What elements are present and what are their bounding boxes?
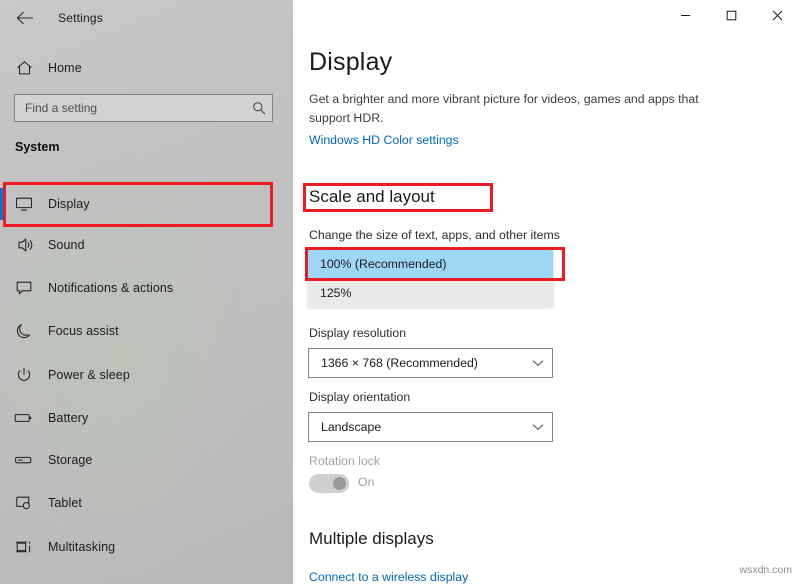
connect-wireless-display-link[interactable]: Connect to a wireless display — [309, 570, 468, 584]
notification-icon — [0, 280, 48, 296]
sidebar-item-label: Focus assist — [48, 324, 119, 338]
sidebar-group-label: System — [15, 140, 59, 154]
scale-option-100[interactable]: 100% (Recommended) — [308, 249, 553, 278]
sidebar-item-label: Notifications & actions — [48, 281, 173, 295]
scale-option-125[interactable]: 125% — [308, 278, 553, 307]
storage-icon — [0, 454, 48, 466]
sidebar-item-label: Sound — [48, 238, 85, 252]
display-orientation-label: Display orientation — [309, 390, 410, 404]
tablet-icon — [0, 495, 48, 511]
rotation-lock-state: On — [358, 475, 374, 489]
sidebar-item-label: Battery — [48, 411, 88, 425]
chevron-down-icon — [524, 359, 552, 367]
search-icon[interactable] — [246, 95, 272, 121]
moon-icon — [0, 323, 48, 340]
sidebar-item-notifications[interactable]: Notifications & actions — [0, 268, 293, 308]
sidebar-item-label: Home — [48, 61, 82, 75]
window-controls — [662, 0, 800, 30]
power-icon — [0, 367, 48, 383]
sidebar-item-label: Power & sleep — [48, 368, 130, 382]
battery-icon — [0, 412, 48, 424]
monitor-icon — [0, 196, 48, 212]
display-orientation-value: Landscape — [309, 420, 524, 434]
rotation-lock-toggle — [309, 474, 349, 493]
search-box[interactable] — [14, 94, 273, 122]
search-input[interactable] — [15, 101, 246, 115]
sidebar-item-sound[interactable]: Sound — [0, 225, 293, 265]
change-size-label: Change the size of text, apps, and other… — [309, 228, 560, 242]
display-orientation-dropdown[interactable]: Landscape — [308, 412, 553, 442]
scale-and-layout-heading: Scale and layout — [309, 187, 435, 207]
sidebar-item-home[interactable]: Home — [0, 48, 293, 88]
titlebar-left: Settings — [0, 0, 293, 36]
speaker-icon — [0, 237, 48, 253]
page-description: Get a brighter and more vibrant picture … — [309, 90, 729, 128]
main-content: Display Get a brighter and more vibrant … — [293, 0, 800, 584]
navigation-sidebar: Settings Home System — [0, 0, 293, 584]
back-arrow-icon[interactable] — [2, 2, 48, 34]
home-icon — [0, 60, 48, 76]
chevron-down-icon — [524, 423, 552, 431]
multiple-displays-heading: Multiple displays — [309, 529, 434, 549]
windows-hd-color-settings-link[interactable]: Windows HD Color settings — [309, 133, 459, 147]
sidebar-item-tablet[interactable]: Tablet — [0, 483, 293, 523]
multitasking-icon — [0, 539, 48, 555]
sidebar-item-storage[interactable]: Storage — [0, 440, 293, 480]
display-resolution-dropdown[interactable]: 1366 × 768 (Recommended) — [308, 348, 553, 378]
sidebar-item-power-sleep[interactable]: Power & sleep — [0, 355, 293, 395]
sidebar-item-label: Multitasking — [48, 540, 115, 554]
close-icon[interactable] — [754, 0, 800, 30]
sidebar-item-label: Display — [48, 197, 90, 211]
sidebar-item-label: Storage — [48, 453, 92, 467]
toggle-knob — [333, 477, 346, 490]
watermark: wsxdn.com — [739, 564, 792, 576]
sidebar-item-multitasking[interactable]: Multitasking — [0, 527, 293, 567]
window-title: Settings — [58, 11, 103, 25]
maximize-icon[interactable] — [708, 0, 754, 30]
settings-window: Settings Home System — [0, 0, 800, 584]
page-title: Display — [309, 48, 392, 77]
sidebar-item-focus-assist[interactable]: Focus assist — [0, 311, 293, 351]
sidebar-item-display[interactable]: Display — [0, 184, 293, 224]
rotation-lock-label: Rotation lock — [309, 454, 380, 468]
sidebar-item-battery[interactable]: Battery — [0, 398, 293, 438]
minimize-icon[interactable] — [662, 0, 708, 30]
display-resolution-label: Display resolution — [309, 326, 406, 340]
sidebar-item-label: Tablet — [48, 496, 82, 510]
display-resolution-value: 1366 × 768 (Recommended) — [309, 356, 524, 370]
scale-dropdown-list[interactable]: 100% (Recommended) 125% — [308, 249, 553, 307]
